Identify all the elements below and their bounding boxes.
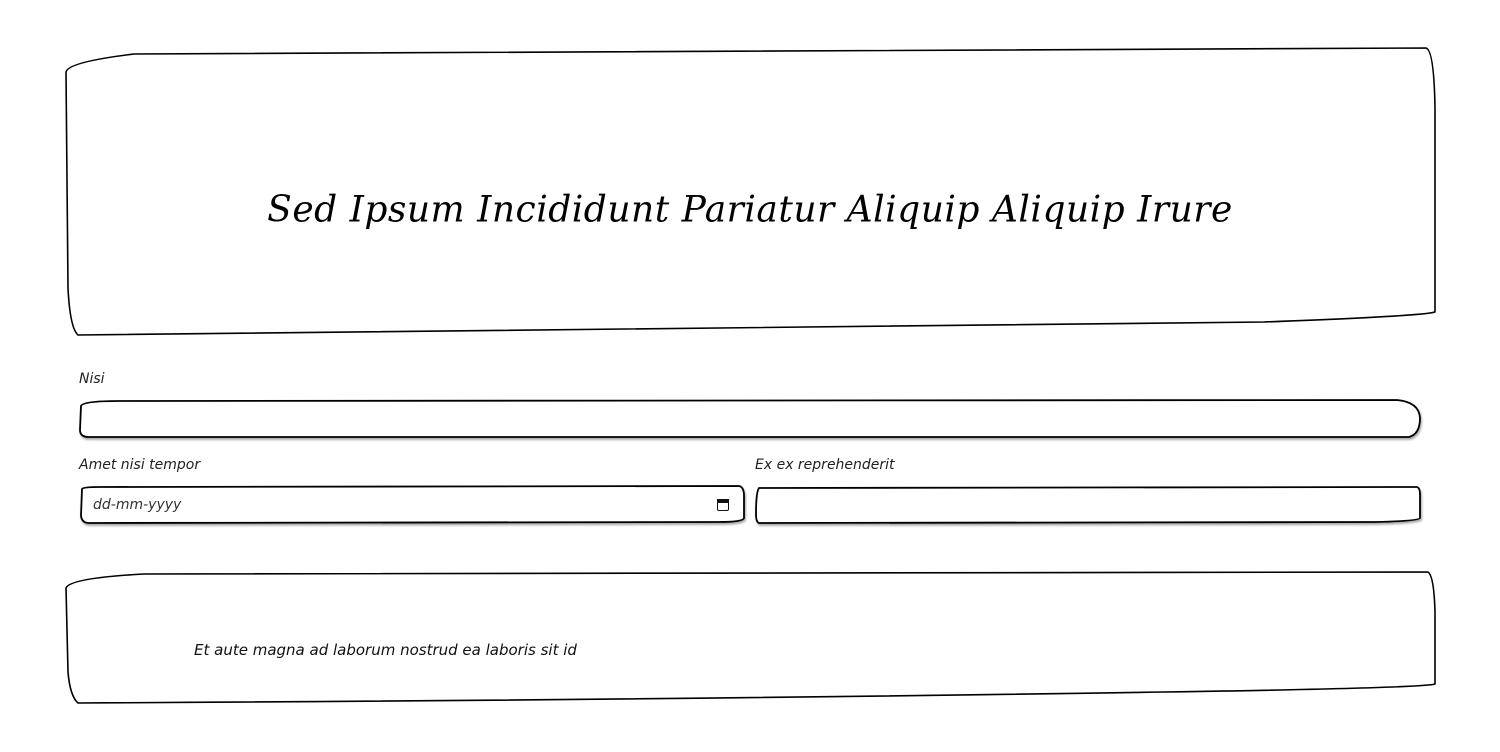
footer-card: Et aute magna ad laborum nostrud ea labo… (64, 571, 1436, 704)
footer-text: Et aute magna ad laborum nostrud ea labo… (194, 641, 577, 659)
ex-ex-reprehenderit-input[interactable] (767, 486, 1407, 524)
date-placeholder: dd-mm-yyyy (93, 497, 182, 513)
page: Sed Ipsum Incididunt Pariatur Aliquip Al… (0, 0, 1500, 752)
footer-card-border (65, 571, 1436, 704)
page-title: Sed Ipsum Incididunt Pariatur Aliquip Al… (267, 189, 1233, 231)
nisi-field[interactable] (79, 399, 1421, 438)
ex-ex-reprehenderit-field[interactable] (755, 486, 1421, 524)
header-card: Sed Ipsum Incididunt Pariatur Aliquip Al… (64, 47, 1436, 336)
calendar-icon[interactable] (717, 499, 729, 511)
nisi-label: Nisi (79, 371, 105, 387)
amet-nisi-tempor-date-field[interactable]: dd-mm-yyyy (79, 485, 745, 524)
ex-ex-reprehenderit-label: Ex ex reprehenderit (755, 457, 895, 473)
nisi-input[interactable] (91, 400, 1407, 438)
amet-nisi-tempor-label: Amet nisi tempor (79, 457, 201, 473)
